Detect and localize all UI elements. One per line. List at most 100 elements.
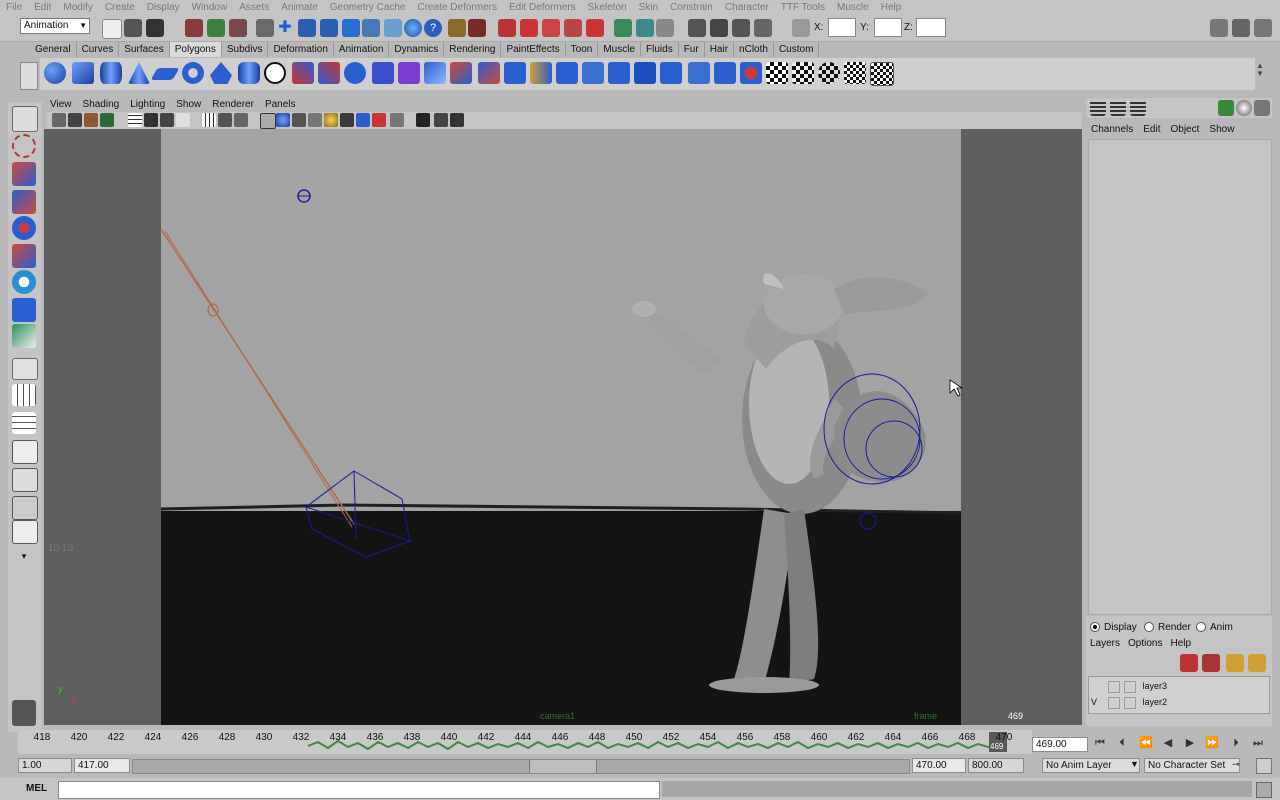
shelf-tab-polygons[interactable]: Polygons <box>169 42 222 57</box>
poly-triangulate-icon[interactable] <box>660 62 682 84</box>
poly-quadrangulate-icon[interactable] <box>688 62 710 84</box>
layer-editor-view-icon[interactable] <box>1110 100 1126 116</box>
layer-type-box[interactable] <box>1107 680 1120 693</box>
shelf-tab-curves[interactable]: Curves <box>77 42 120 57</box>
snap-curve-icon[interactable] <box>298 19 316 37</box>
xray-joints-icon[interactable] <box>372 113 386 127</box>
render-frame-icon[interactable] <box>710 19 728 37</box>
uv-spherical-icon[interactable] <box>818 62 840 84</box>
shelf-tab-dynamics[interactable]: Dynamics <box>389 42 445 57</box>
uv-cylindrical-icon[interactable] <box>792 62 814 84</box>
layout-four-icon[interactable] <box>12 412 36 434</box>
textured-icon[interactable] <box>308 113 322 127</box>
select-hierarchy-icon[interactable] <box>185 19 203 37</box>
select-component-icon[interactable] <box>229 19 247 37</box>
poly-cone-icon[interactable] <box>128 62 150 84</box>
menu-skin[interactable]: Skin <box>633 0 664 15</box>
x-input[interactable] <box>828 18 856 37</box>
poly-merge-icon[interactable] <box>634 62 656 84</box>
menu-modify[interactable]: Modify <box>57 0 98 15</box>
poly-collapse-icon[interactable] <box>608 62 630 84</box>
poly-extrude-icon[interactable] <box>424 62 446 84</box>
combined-view-icon[interactable] <box>1130 100 1146 116</box>
poly-bridge-icon[interactable] <box>450 62 472 84</box>
channel-box-view-icon[interactable] <box>1090 100 1106 116</box>
viewport-panel[interactable]: camera1 frame 469 10 10 y x <box>44 129 1082 725</box>
new-layer-icon[interactable] <box>1180 654 1198 672</box>
menu-edit-deformers[interactable]: Edit Deformers <box>503 0 582 15</box>
command-input[interactable] <box>58 781 660 799</box>
poly-helix-icon[interactable] <box>264 62 286 84</box>
menu-set-dropdown[interactable]: Animation ▼ <box>20 18 90 34</box>
tool-settings-icon-small[interactable] <box>1218 100 1234 116</box>
poly-append-icon[interactable] <box>478 62 500 84</box>
camera-select-icon[interactable] <box>52 113 66 127</box>
save-scene-icon[interactable] <box>146 19 164 37</box>
panel-menu-lighting[interactable]: Lighting <box>124 98 170 111</box>
construction-history-icon[interactable] <box>656 19 674 37</box>
universal-manipulator-icon[interactable] <box>12 270 36 294</box>
select-tool-icon[interactable] <box>12 106 38 132</box>
layout-persp-outliner-icon[interactable] <box>12 440 38 464</box>
scale-tool-icon[interactable] <box>12 244 36 268</box>
show-manipulator-icon[interactable] <box>12 324 36 348</box>
shelf-tab-custom[interactable]: Custom <box>774 42 820 57</box>
make-live-icon[interactable] <box>362 19 380 37</box>
poly-prism-icon[interactable] <box>210 62 232 84</box>
shadows-icon[interactable] <box>340 113 354 127</box>
select-object-icon[interactable] <box>207 19 225 37</box>
shelf-menu-button[interactable] <box>20 62 38 90</box>
playblast-icon[interactable] <box>450 113 464 127</box>
menu-ttf-tools[interactable]: TTF Tools <box>775 0 831 15</box>
poly-cube-icon[interactable] <box>72 62 94 84</box>
lasso-tool-icon[interactable] <box>12 134 36 158</box>
layer-name[interactable]: layer3 <box>1143 681 1168 691</box>
snap-view-plane-icon[interactable] <box>342 19 360 37</box>
layout-hypershade-icon[interactable] <box>12 496 38 520</box>
character-control-icon[interactable] <box>12 700 36 726</box>
history-icon[interactable] <box>384 19 402 37</box>
soft-modification-icon[interactable] <box>12 298 36 322</box>
shelf-tab-fur[interactable]: Fur <box>679 42 705 57</box>
shelf-tab-animation[interactable]: Animation <box>334 42 390 57</box>
layer-row[interactable]: layer3 <box>1091 679 1259 693</box>
new-layer-selected-icon[interactable] <box>1202 654 1220 672</box>
uv-automatic-icon[interactable] <box>844 62 866 84</box>
poly-combine-icon[interactable] <box>292 62 314 84</box>
layer-list[interactable]: layer3 V layer2 <box>1088 676 1270 714</box>
layout-more-icon[interactable]: ▾ <box>12 548 36 564</box>
layout-graph-icon[interactable] <box>12 520 38 544</box>
layer-color-box[interactable] <box>1124 680 1137 693</box>
character-set-dropdown[interactable]: No Character Set <box>1144 758 1240 773</box>
wireframe-on-shaded-icon[interactable] <box>292 113 306 127</box>
poly-separate-icon[interactable] <box>318 62 340 84</box>
play-backward-icon[interactable]: ◀ <box>1160 735 1176 751</box>
poly-reverse-icon[interactable] <box>714 62 736 84</box>
cb-menu-show[interactable]: Show <box>1204 122 1239 138</box>
snap-grid-icon[interactable]: ✚ <box>276 19 294 37</box>
layer-name[interactable]: layer2 <box>1143 697 1168 707</box>
panel-menu-shading[interactable]: Shading <box>77 98 125 111</box>
poly-torus-icon[interactable] <box>182 62 204 84</box>
new-scene-icon[interactable] <box>102 19 122 39</box>
layer-menu-options[interactable]: Options <box>1128 638 1162 649</box>
menu-animate[interactable]: Animate <box>275 0 324 15</box>
poly-bool-icon[interactable] <box>372 62 394 84</box>
render-settings-icon[interactable] <box>754 19 772 37</box>
menu-muscle[interactable]: Muscle <box>831 0 875 15</box>
poly-pipe-icon[interactable] <box>238 62 260 84</box>
menu-create[interactable]: Create <box>99 0 141 15</box>
poly-uv-icon[interactable] <box>740 62 762 84</box>
menu-assets[interactable]: Assets <box>233 0 275 15</box>
shelf-tab-painteffects[interactable]: PaintEffects <box>501 42 566 57</box>
move-tool-icon[interactable] <box>12 190 36 214</box>
poly-cylinder-icon[interactable] <box>100 62 122 84</box>
layer-move-down-icon[interactable] <box>1248 654 1266 672</box>
anim-layer-dropdown[interactable]: No Anim Layer <box>1042 758 1140 773</box>
shelf-tab-hair[interactable]: Hair <box>705 42 735 57</box>
magnet-live-icon[interactable] <box>586 19 604 37</box>
use-all-lights-icon[interactable] <box>324 113 338 127</box>
menu-character[interactable]: Character <box>719 0 775 15</box>
panel-menu-show[interactable]: Show <box>170 98 206 111</box>
menu-constrain[interactable]: Constrain <box>664 0 719 15</box>
